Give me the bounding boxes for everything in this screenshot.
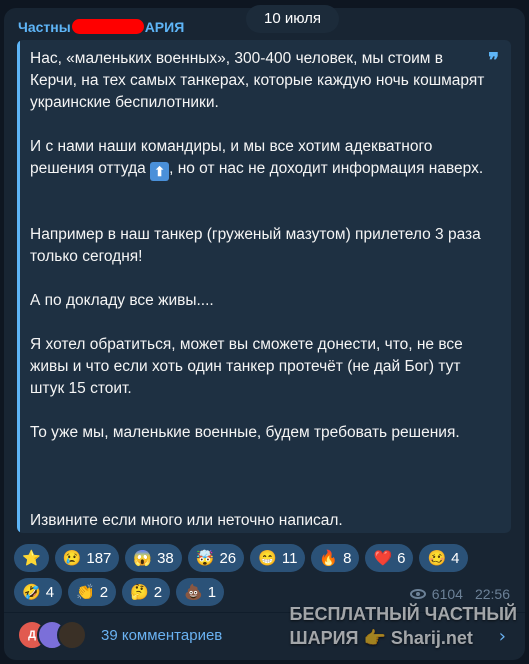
reaction-woozy[interactable]: 🥴 4	[419, 544, 468, 572]
reaction-count: 187	[86, 549, 112, 567]
quote-mark-icon: ❞	[488, 50, 499, 72]
reaction-star[interactable]: ⭐	[14, 544, 49, 572]
grinning-face-icon: 😁	[258, 550, 277, 567]
exploding-head-icon: 🤯	[195, 550, 215, 567]
comments-button[interactable]: Д 39 комментариев	[17, 619, 222, 651]
message-meta: 6104 22:56	[409, 586, 510, 602]
quote-paragraph-4: А по докладу все живы....	[30, 292, 214, 309]
reaction-count: 2	[99, 583, 109, 601]
reaction-count: 38	[157, 549, 174, 567]
quote-accent-bar	[17, 40, 20, 533]
quote-paragraph-2-tail: , но от нас не доходит информация наверх…	[169, 160, 484, 177]
channel-name-start: Частны	[18, 19, 71, 35]
quoted-message: ❞ Нас, «маленьких военных», 300-400 чело…	[17, 40, 511, 533]
watermark-line-1: БЕСПЛАТНЫЙ ЧАСТНЫЙ	[289, 604, 517, 624]
reaction-fire[interactable]: 🔥 8	[311, 544, 360, 572]
quote-paragraph-5: Я хотел обратиться, может вы сможете дон…	[30, 336, 463, 397]
reaction-count: 1	[207, 583, 217, 601]
comments-label: 39 комментариев	[101, 626, 223, 644]
reaction-heart[interactable]: ❤️ 6	[365, 544, 414, 572]
reaction-count: 26	[219, 549, 237, 567]
reaction-count: 8	[343, 549, 352, 567]
poo-icon: 💩	[184, 584, 203, 601]
reaction-count: 2	[153, 583, 163, 601]
reaction-grin[interactable]: 😁 11	[250, 544, 306, 572]
date-badge: 10 июля	[246, 5, 339, 33]
reaction-rofl[interactable]: 🤣 4	[14, 578, 63, 606]
rofl-face-icon: 🤣	[22, 584, 41, 601]
up-arrow-icon: ⬆	[150, 162, 170, 181]
views-count: 6104	[431, 586, 463, 602]
clapping-hands-icon: 👏	[76, 584, 95, 601]
fire-icon: 🔥	[319, 550, 339, 567]
avatar	[57, 620, 87, 650]
crying-face-icon: 😢	[62, 550, 82, 567]
reaction-count: 4	[45, 583, 55, 601]
reaction-poo[interactable]: 💩 1	[176, 578, 225, 606]
reaction-count: 4	[451, 549, 460, 567]
screaming-face-icon: 😱	[133, 550, 153, 567]
reaction-thinking[interactable]: 🤔 2	[122, 578, 171, 606]
quote-paragraph-6: То уже мы, маленькие военные, будем треб…	[30, 424, 460, 441]
message-time: 22:56	[474, 586, 510, 602]
quote-paragraph-2: И с нами наши командиры, и мы все хотим …	[30, 136, 485, 181]
channel-name[interactable]: Частны АРИЯ	[18, 19, 184, 35]
channel-name-end: АРИЯ	[144, 19, 185, 35]
reaction-count: 6	[397, 549, 406, 567]
watermark: БЕСПЛАТНЫЙ ЧАСТНЫЙ ШАРИЯ 👉 Sharij.net	[290, 602, 517, 650]
reaction-cry[interactable]: 😢 187	[54, 544, 120, 572]
star-icon: ⭐	[22, 550, 41, 567]
reaction-count: 11	[281, 549, 298, 567]
quote-paragraph-3: Например в наш танкер (груженый мазутом)…	[30, 226, 481, 265]
woozy-face-icon: 🥴	[427, 550, 447, 567]
reaction-scream[interactable]: 😱 38	[125, 544, 182, 572]
quote-paragraph-1: Нас, «маленьких военных», 300-400 челове…	[30, 50, 485, 111]
heart-icon: ❤️	[373, 550, 393, 567]
thinking-face-icon: 🤔	[130, 584, 149, 601]
eye-icon	[409, 589, 426, 599]
quote-paragraph-7: Извините если много или неточно написал.	[30, 512, 343, 529]
watermark-line-2: ШАРИЯ 👉 Sharij.net	[289, 628, 473, 648]
redaction-mark	[71, 19, 144, 34]
reaction-exploding-head[interactable]: 🤯 26	[187, 544, 245, 572]
reaction-clap[interactable]: 👏 2	[68, 578, 117, 606]
